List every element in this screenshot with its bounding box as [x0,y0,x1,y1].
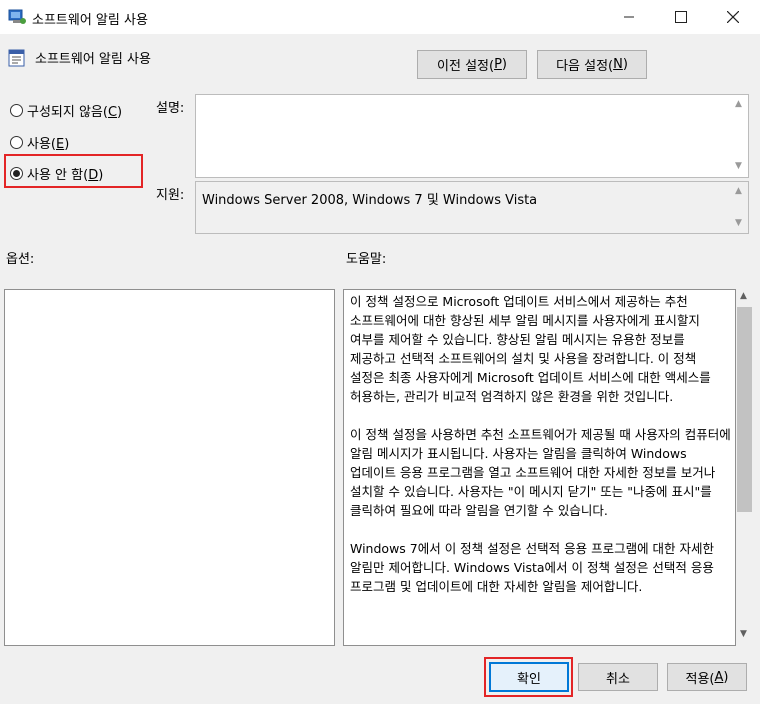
radio-enabled-label: 사용( [27,137,56,152]
cancel-button[interactable]: 취소 [578,663,658,691]
comment-scrollbar[interactable]: ▲ ▼ [731,95,748,177]
close-icon [727,11,739,23]
previous-setting-paren: ) [501,57,507,72]
maximize-button[interactable] [658,0,704,34]
window-title: 소프트웨어 알림 사용 [32,13,148,28]
radio-paren: ) [117,105,123,120]
scroll-down-icon[interactable]: ▼ [735,161,742,171]
help-scrollbar[interactable]: ▲ ▼ [736,289,753,646]
previous-setting-label: 이전 설정( [437,59,495,74]
supported-on-text: Windows Server 2008, Windows 7 및 Windows… [202,193,538,208]
scroll-up-icon[interactable]: ▲ [740,291,747,301]
apply-label: 적용( [685,671,715,687]
close-button[interactable] [710,0,756,34]
radio-paren: ) [64,137,70,152]
next-setting-accesskey: N [613,57,623,72]
previous-setting-button[interactable]: 이전 설정(P) [417,50,527,79]
radio-circle[interactable] [10,136,23,149]
help-panel: 이 정책 설정으로 Microsoft 업데이트 서비스에서 제공하는 추천 소… [343,289,736,646]
supported-label: 지원: [156,188,185,203]
apply-paren: ) [723,669,729,685]
help-paragraph: Windows 7에서 이 정책 설정은 선택적 응용 프로그램에 대한 자세한… [350,541,715,594]
help-label: 도움말: [346,252,387,267]
comment-textarea[interactable]: ▲ ▼ [195,94,749,178]
radio-not-configured[interactable]: 구성되지 않음(C) [10,101,122,120]
scroll-up-icon[interactable]: ▲ [735,186,742,196]
supported-on-box: Windows Server 2008, Windows 7 및 Windows… [195,181,749,234]
radio-enabled[interactable]: 사용(E) [10,133,69,152]
scroll-down-icon[interactable]: ▼ [735,218,742,228]
scroll-up-icon[interactable]: ▲ [735,99,742,109]
maximize-icon [675,11,687,23]
disabled-highlight-box [4,154,143,188]
apply-button[interactable]: 적용(A) [667,663,747,691]
options-panel [4,289,335,646]
next-setting-button[interactable]: 다음 설정(N) [537,50,647,79]
next-setting-paren: ) [622,57,628,72]
next-setting-label: 다음 설정( [556,59,614,74]
help-paragraph: 이 정책 설정으로 Microsoft 업데이트 서비스에서 제공하는 추천 소… [350,294,711,404]
minimize-icon [624,16,634,18]
policy-title: 소프트웨어 알림 사용 [35,52,151,67]
apply-accesskey: A [714,669,724,685]
radio-not-configured-key: C [107,105,118,120]
help-paragraph: 이 정책 설정을 사용하면 추천 소프트웨어가 제공될 때 사용자의 컴퓨터에 … [350,427,731,518]
radio-not-configured-label: 구성되지 않음( [27,105,108,120]
help-text: 이 정책 설정으로 Microsoft 업데이트 서비스에서 제공하는 추천 소… [350,292,732,615]
radio-enabled-key: E [56,137,65,152]
comment-label: 설명: [156,101,185,116]
policy-editor-icon [8,9,26,24]
ok-button[interactable]: 확인 [489,662,569,692]
help-scroll-thumb[interactable] [737,307,752,512]
options-label: 옵션: [6,252,35,267]
previous-setting-accesskey: P [494,57,502,72]
policy-setting-icon [8,49,25,67]
scroll-down-icon[interactable]: ▼ [740,629,747,639]
supported-scrollbar[interactable]: ▲ ▼ [731,182,748,233]
radio-circle[interactable] [10,104,23,117]
minimize-button[interactable] [606,0,652,34]
